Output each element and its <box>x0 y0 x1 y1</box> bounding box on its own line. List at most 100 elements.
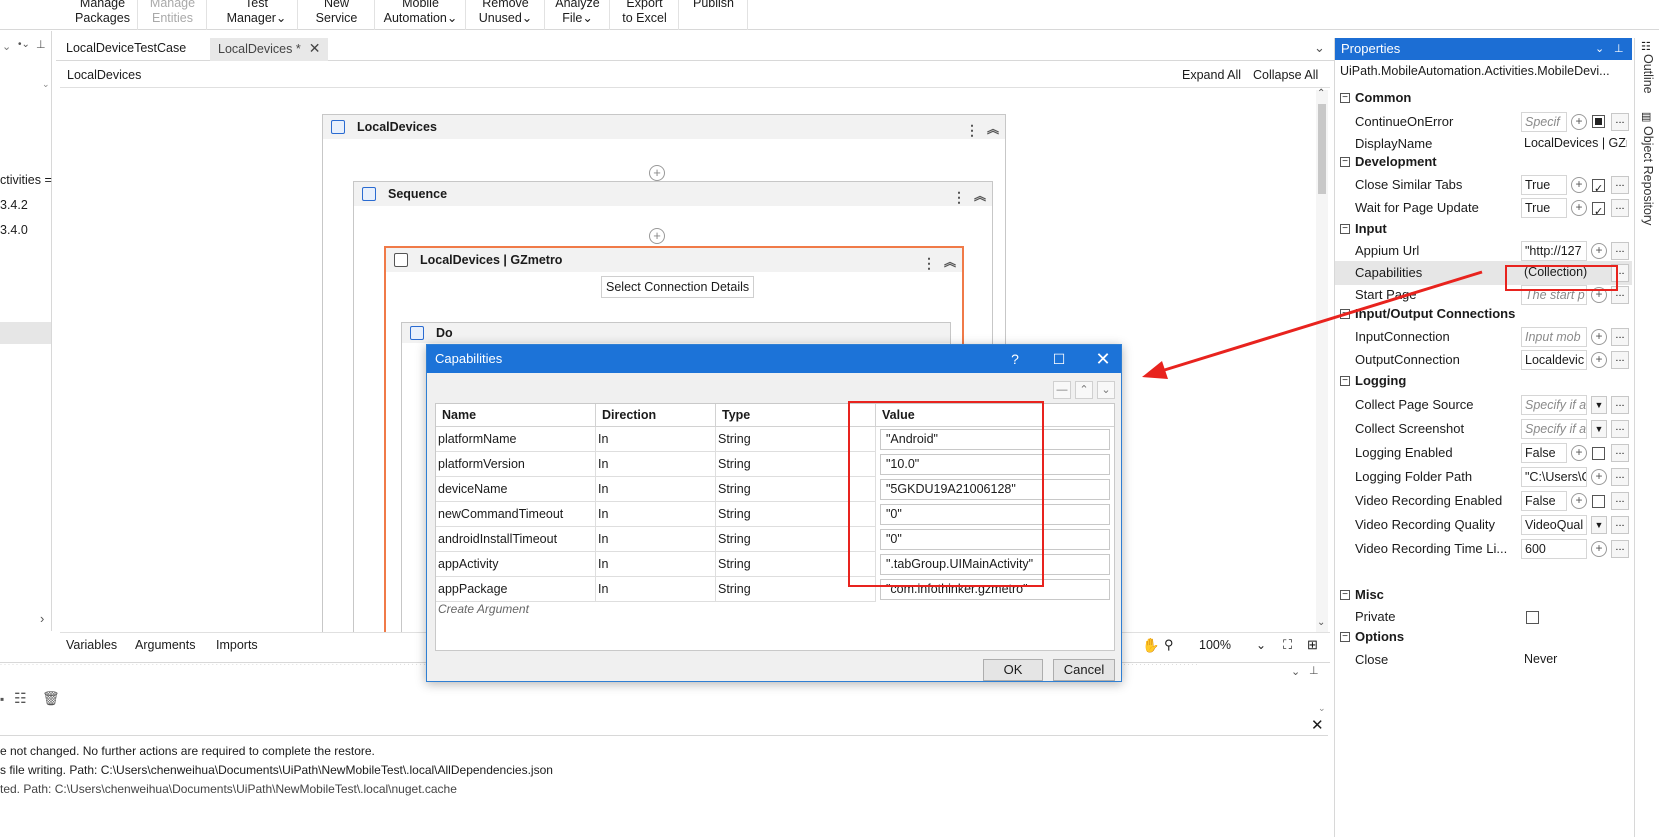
add-variable-icon[interactable]: + <box>1591 469 1607 485</box>
add-variable-icon[interactable]: + <box>1571 177 1587 193</box>
more-options-icon[interactable]: ⋮ <box>965 118 979 142</box>
category-development[interactable]: − Development <box>1335 151 1632 173</box>
options-icon[interactable]: •⌄ <box>18 39 30 50</box>
checkbox-checked[interactable]: ✓ <box>1592 179 1605 195</box>
property-value-input[interactable]: False <box>1521 491 1567 511</box>
dropdown-arrow-icon[interactable]: ▼ <box>1591 420 1607 438</box>
list-item[interactable]: 3.4.0 <box>0 223 28 237</box>
ellipsis-button[interactable]: ... <box>1611 351 1629 369</box>
property-value-input[interactable]: VideoQual <box>1521 515 1587 535</box>
manage-packages-button[interactable]: Manage Packages <box>68 0 138 30</box>
category-input[interactable]: − Input <box>1335 218 1632 240</box>
scrollbar-thumb[interactable] <box>1318 104 1326 194</box>
cell-name[interactable]: appPackage <box>436 577 596 602</box>
property-video-recording-enabled[interactable]: Video Recording Enabled False + ... <box>1335 489 1632 513</box>
property-close-similar-tabs[interactable]: Close Similar Tabs True + ✓ ... <box>1335 173 1632 197</box>
more-options-icon[interactable]: ⋮ <box>952 185 966 209</box>
property-collect-screenshot[interactable]: Collect Screenshot Specify if a ▼ ... <box>1335 417 1632 441</box>
add-variable-icon[interactable]: + <box>1571 445 1587 461</box>
property-video-recording-time-limit[interactable]: Video Recording Time Li... 600 + ... <box>1335 537 1632 561</box>
tab-localdevices[interactable]: LocalDevices * ✕ <box>210 38 329 61</box>
manage-entities-button[interactable]: Manage Entities <box>139 0 207 30</box>
property-appium-url[interactable]: Appium Url "http://127 + ... <box>1335 239 1632 263</box>
ellipsis-button[interactable]: ... <box>1611 540 1629 558</box>
cancel-button[interactable]: Cancel <box>1053 659 1115 681</box>
collapse-icon[interactable]: ︽ <box>987 117 999 141</box>
search-zoom-icon[interactable]: ⚲ <box>1164 633 1174 657</box>
add-variable-icon[interactable]: + <box>1571 114 1587 130</box>
repository-icon[interactable]: ▤ <box>1641 110 1651 123</box>
category-misc[interactable]: − Misc <box>1335 584 1632 606</box>
add-activity-icon[interactable]: + <box>649 165 665 181</box>
collapse-icon[interactable]: ︽ <box>974 184 986 208</box>
category-common[interactable]: − Common <box>1335 87 1632 109</box>
dropdown-arrow-icon[interactable]: ▼ <box>1591 396 1607 414</box>
maximize-button[interactable]: ☐ <box>1039 345 1079 373</box>
cell-name[interactable]: appActivity <box>436 552 596 577</box>
select-connection-button[interactable]: Select Connection Details <box>601 276 755 298</box>
property-value-input[interactable]: Specify if a <box>1521 395 1587 415</box>
output-search-bar[interactable]: ✕ <box>0 716 1328 736</box>
list-item[interactable]: 3.4.2 <box>0 198 28 212</box>
list-item[interactable]: ctivities = <box>0 173 52 187</box>
checkbox[interactable] <box>1592 495 1605 508</box>
property-value-input[interactable]: False <box>1521 443 1567 463</box>
breadcrumb[interactable]: LocalDevices <box>67 62 141 88</box>
zoom-level[interactable]: 100% <box>1199 633 1231 657</box>
cell-direction[interactable]: In <box>596 577 716 602</box>
property-value-input[interactable]: Never <box>1521 650 1627 670</box>
checkbox[interactable] <box>1592 115 1605 128</box>
ellipsis-button[interactable]: ... <box>1611 468 1629 486</box>
selected-list-item[interactable] <box>0 322 51 344</box>
move-down-button[interactable]: ⌄ <box>1097 381 1115 399</box>
property-continue-on-error[interactable]: ContinueOnError Specif + ... <box>1335 110 1632 134</box>
imports-tab[interactable]: Imports <box>216 633 258 657</box>
category-options[interactable]: − Options <box>1335 626 1632 648</box>
add-variable-icon[interactable]: + <box>1591 541 1607 557</box>
pin-icon[interactable]: ⊥ <box>36 38 46 51</box>
new-service-button[interactable]: New Service <box>299 0 375 30</box>
pin-icon[interactable]: ⊥ <box>1614 38 1624 60</box>
scroll-down-icon[interactable]: ⌄ <box>1317 617 1325 628</box>
ellipsis-button[interactable]: ... <box>1611 242 1629 260</box>
more-options-icon[interactable]: ⋮ <box>922 251 936 275</box>
add-variable-icon[interactable]: + <box>1591 243 1607 259</box>
property-value-input[interactable]: Specify if a <box>1521 419 1587 439</box>
cell-direction[interactable]: In <box>596 477 716 502</box>
object-repository-tab[interactable]: Object Repository <box>1641 126 1655 225</box>
mobile-automation-button[interactable]: Mobile Automation⌄ <box>376 0 466 30</box>
cell-direction[interactable]: In <box>596 502 716 527</box>
fit-screen-icon[interactable]: ⛶ <box>1283 633 1292 657</box>
help-button[interactable]: ? <box>995 345 1035 373</box>
dropdown-arrow-icon[interactable]: ▼ <box>1591 516 1607 534</box>
ellipsis-button[interactable]: ... <box>1611 328 1629 346</box>
remove-row-button[interactable]: — <box>1053 381 1071 399</box>
collapse-icon[interactable]: − <box>1340 590 1350 600</box>
publish-button[interactable]: Publish <box>680 0 748 30</box>
property-value-input[interactable]: True <box>1521 198 1567 218</box>
close-button[interactable]: ✕ <box>1083 345 1123 373</box>
ellipsis-button[interactable]: ... <box>1611 420 1629 438</box>
property-value-input[interactable]: "C:\Users\C <box>1521 467 1587 487</box>
property-video-recording-quality[interactable]: Video Recording Quality VideoQual ▼ ... <box>1335 513 1632 537</box>
variables-tab[interactable]: Variables <box>66 633 117 657</box>
scroll-up-icon[interactable]: ⌃ <box>1317 88 1325 99</box>
pin-icon[interactable]: ⊥ <box>1309 664 1319 677</box>
ellipsis-button[interactable]: ... <box>1611 444 1629 462</box>
analyze-file-button[interactable]: Analyze File⌄ <box>546 0 610 30</box>
collapse-icon[interactable]: − <box>1340 157 1350 167</box>
cell-name[interactable]: platformVersion <box>436 452 596 477</box>
property-value-input[interactable]: Localdevic <box>1521 350 1587 370</box>
cell-direction[interactable]: In <box>596 452 716 477</box>
collapse-icon[interactable]: − <box>1340 93 1350 103</box>
cell-direction[interactable]: In <box>596 527 716 552</box>
collapse-icon[interactable]: − <box>1340 632 1350 642</box>
hand-pan-icon[interactable]: ✋ <box>1142 633 1159 657</box>
property-logging-folder-path[interactable]: Logging Folder Path "C:\Users\C + ... <box>1335 465 1632 489</box>
ok-button[interactable]: OK <box>983 659 1043 681</box>
property-value-input[interactable]: 600 <box>1521 539 1587 559</box>
ellipsis-button[interactable]: ... <box>1611 516 1629 534</box>
cell-direction[interactable]: In <box>596 552 716 577</box>
cell-name[interactable]: deviceName <box>436 477 596 502</box>
create-argument-link[interactable]: Create Argument <box>438 602 529 616</box>
